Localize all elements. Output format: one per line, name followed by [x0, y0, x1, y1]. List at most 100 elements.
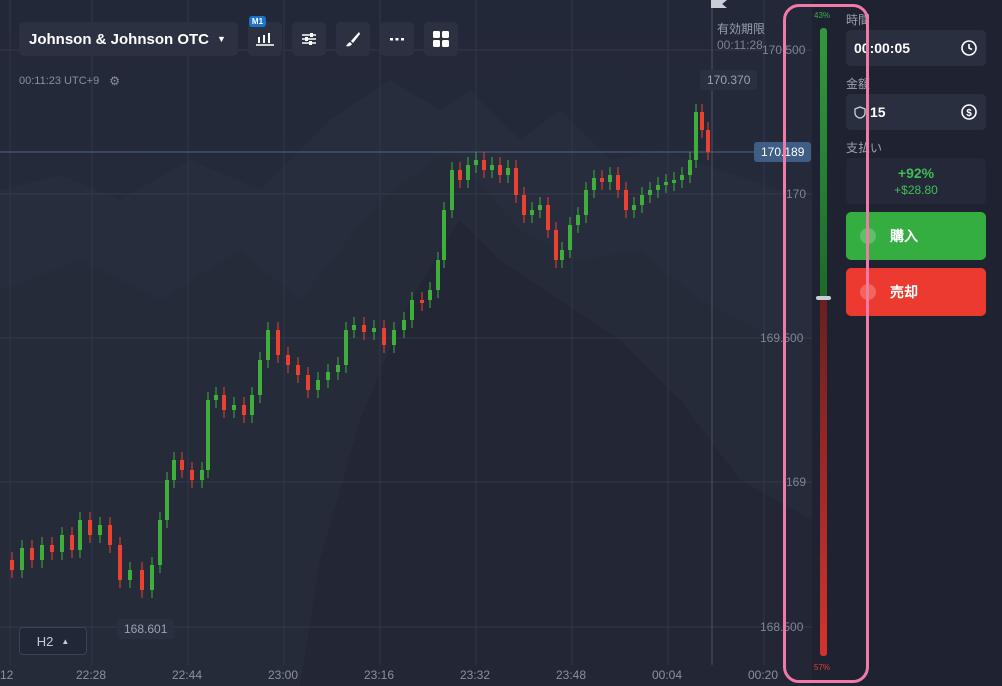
expiry-label: 有効期限: [717, 22, 766, 36]
candle-body: [70, 535, 74, 550]
candle-body: [250, 395, 254, 415]
candle-body: [362, 325, 366, 332]
candle-body: [206, 400, 210, 470]
expiry-time: 00:11:28: [717, 38, 763, 52]
x-axis-label: 23:32: [460, 668, 491, 682]
low-price-tag: 168.601: [117, 619, 175, 639]
shield-icon: [854, 105, 866, 119]
sell-sentiment-percent: 57%: [814, 663, 831, 672]
dollar-currency-icon[interactable]: $: [960, 103, 978, 121]
candle-body: [624, 190, 628, 210]
candle-body: [108, 525, 112, 545]
x-axis-label: 23:16: [364, 668, 395, 682]
high-price-tag: 170.370: [700, 70, 758, 90]
candle-body: [560, 250, 564, 260]
y-axis-label: 170: [786, 187, 807, 201]
indicators-button[interactable]: [291, 22, 326, 56]
price-chart[interactable]: Johnson & Johnson OTC ▼ M1 00:11:23 UTC+…: [0, 0, 812, 686]
payout-percent: +92%: [897, 165, 935, 181]
candle-body: [600, 178, 604, 182]
payout-box: +92% +$28.80: [846, 158, 986, 204]
candle-body: [442, 210, 446, 260]
amount-input[interactable]: 15 $: [846, 94, 986, 130]
candle-body: [410, 300, 414, 320]
sentiment-divider: [816, 296, 831, 300]
candle-body: [514, 168, 518, 195]
settings-gear-icon[interactable]: ⚙: [109, 74, 120, 88]
candle-body: [214, 395, 218, 400]
candle-body: [568, 225, 572, 250]
period-value: H2: [36, 633, 54, 649]
candle-body: [498, 165, 502, 175]
candle-body: [242, 405, 246, 415]
candle-body: [706, 130, 710, 152]
caret-down-icon: ▼: [217, 34, 226, 44]
x-axis-label: 22:28: [76, 668, 107, 682]
candle-body: [664, 182, 668, 185]
candle-body: [640, 195, 644, 205]
layout-button[interactable]: [423, 22, 458, 56]
candle-body: [490, 165, 494, 170]
candle-body: [592, 178, 596, 190]
candle-body: [656, 185, 660, 190]
candle-body: [190, 470, 194, 480]
candle-body: [402, 320, 406, 330]
candle-body: [372, 328, 376, 332]
chart-toolbar: Johnson & Johnson OTC ▼ M1: [19, 16, 458, 56]
candle-body: [538, 205, 542, 210]
y-axis-label: 170.500: [762, 43, 806, 57]
more-options-button[interactable]: [379, 22, 414, 56]
candle-body: [436, 260, 440, 290]
candle-body: [546, 205, 550, 230]
candle-body: [694, 112, 698, 160]
candle-body: [688, 160, 692, 175]
ellipsis-icon: [389, 38, 404, 41]
candle-body: [632, 205, 636, 210]
candle-body: [466, 165, 470, 180]
y-axis-label: 169: [786, 475, 807, 489]
candle-body: [118, 545, 122, 580]
candle-body: [428, 290, 432, 300]
payout-amount: +$28.80: [894, 183, 938, 197]
candle-body: [344, 330, 348, 365]
candle-body: [584, 190, 588, 215]
candle-body: [474, 160, 478, 165]
time-input[interactable]: 00:00:05: [846, 30, 986, 66]
candle-body: [50, 545, 54, 552]
candle-body: [78, 520, 82, 550]
time-value: 00:00:05: [854, 40, 911, 56]
x-axis-label: 00:04: [652, 668, 683, 682]
candle-body: [140, 570, 144, 590]
candle-body: [222, 395, 226, 410]
candle-body: [158, 520, 162, 565]
chart-period-selector[interactable]: H2 ▲: [19, 627, 87, 655]
candle-body: [616, 175, 620, 190]
x-axis-label: 12: [0, 668, 14, 682]
buy-button[interactable]: 購入: [846, 212, 986, 260]
arrow-up-icon: [860, 228, 876, 244]
candle-body: [88, 520, 92, 535]
x-axis-label: 22:44: [172, 668, 203, 682]
arrow-down-icon: [860, 284, 876, 300]
sell-button[interactable]: 売却: [846, 268, 986, 316]
clock-icon[interactable]: [960, 39, 978, 57]
asset-selector-button[interactable]: Johnson & Johnson OTC ▼: [19, 22, 238, 56]
y-axis-label: 169.500: [760, 331, 804, 345]
time-label: 時間: [846, 13, 871, 27]
grid-layout-icon: [432, 31, 449, 47]
drawing-tools-button[interactable]: [335, 22, 370, 56]
chart-type-button[interactable]: M1: [247, 16, 282, 56]
candle-body: [382, 328, 386, 345]
x-axis-label: 23:00: [268, 668, 299, 682]
candle-body: [672, 180, 676, 183]
sell-label: 売却: [890, 284, 918, 300]
sell-sentiment-bar: [820, 300, 827, 656]
candle-body: [530, 210, 534, 215]
candle-body: [522, 195, 526, 215]
candle-body: [165, 480, 169, 520]
candle-body: [352, 325, 356, 330]
payout-label: 支払い: [846, 141, 883, 155]
candle-body: [180, 460, 184, 470]
candle-body: [276, 330, 280, 355]
candle-body: [316, 380, 320, 390]
